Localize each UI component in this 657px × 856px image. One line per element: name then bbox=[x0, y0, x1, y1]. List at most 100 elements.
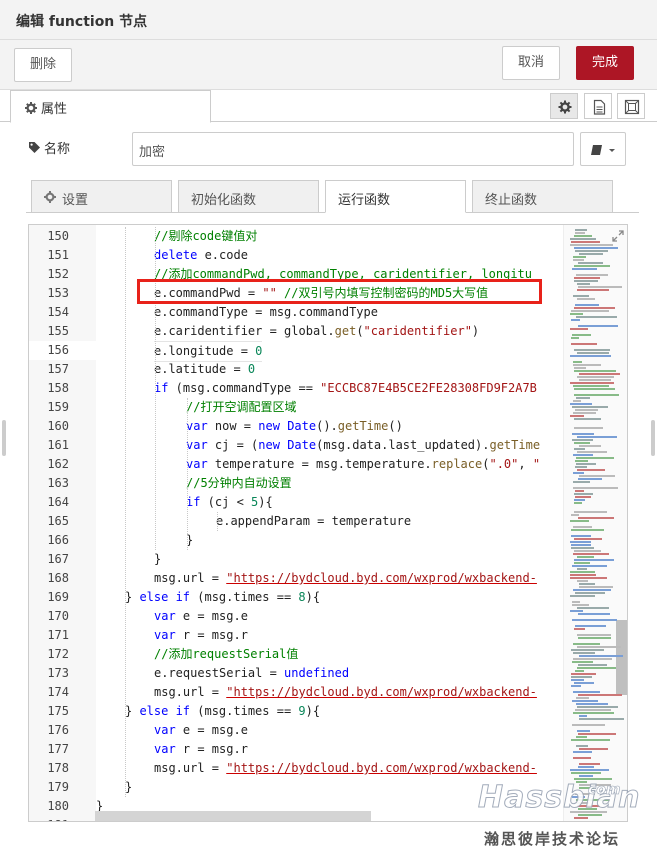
line-number: 173 bbox=[47, 666, 69, 680]
code-line[interactable]: 150 //剔除code键值对 bbox=[29, 227, 563, 246]
watermark-caption: 瀚思彼岸技术论坛 bbox=[484, 830, 621, 848]
code-line[interactable]: 176 var e = msg.e bbox=[29, 721, 563, 740]
minimap-line bbox=[570, 571, 595, 573]
indent-guide bbox=[187, 398, 188, 550]
frame-icon bbox=[624, 99, 640, 115]
minimap-line bbox=[575, 232, 585, 234]
code-line[interactable]: 155 e.caridentifier = global.get("cariden… bbox=[29, 322, 563, 341]
code-line[interactable]: 178 msg.url = "https://bydcloud.byd.com/w… bbox=[29, 759, 563, 778]
tab-on-start[interactable]: 初始化函数 bbox=[178, 180, 319, 213]
tab-on-message[interactable]: 运行函数 bbox=[325, 180, 466, 213]
code-line[interactable]: 177 var r = msg.r bbox=[29, 740, 563, 759]
delete-button[interactable]: 删除 bbox=[14, 48, 72, 82]
minimap-line bbox=[577, 667, 616, 669]
minimap[interactable] bbox=[563, 225, 627, 821]
code-text: delete e.code bbox=[154, 246, 248, 265]
code-line[interactable]: 170 var e = msg.e bbox=[29, 607, 563, 626]
code-token: ".0" bbox=[489, 457, 519, 471]
code-area[interactable]: 150//剔除code键值对 151 delete e.code 152//添加com… bbox=[29, 227, 563, 821]
code-token: var bbox=[186, 457, 208, 471]
minimap-line bbox=[571, 343, 597, 345]
minimap-line bbox=[578, 262, 603, 264]
minimap-line bbox=[574, 538, 602, 540]
minimap-line bbox=[572, 565, 607, 567]
minimap-line bbox=[571, 772, 601, 774]
code-line[interactable]: 167} bbox=[29, 550, 563, 569]
code-token: delete bbox=[154, 248, 198, 262]
minimap-line bbox=[577, 283, 590, 285]
code-editor[interactable]: 150//剔除code键值对 151 delete e.code 152//添加com… bbox=[28, 224, 628, 822]
minimap-scroll-thumb[interactable] bbox=[616, 620, 627, 695]
tab-properties[interactable]: 属性 bbox=[10, 90, 211, 123]
code-token: if bbox=[154, 381, 169, 395]
code-line[interactable]: 164 if (cj < 5){ bbox=[29, 493, 563, 512]
line-number: 153 bbox=[47, 286, 69, 300]
minimap-line bbox=[571, 310, 609, 312]
minimap-line bbox=[575, 709, 611, 711]
code-line[interactable]: 161 var cj = (new Date(msg.data.last_upda… bbox=[29, 436, 563, 455]
minimap-line bbox=[574, 265, 610, 267]
description-icon-button[interactable] bbox=[584, 93, 612, 119]
code-line[interactable]: 163 //5分钟内自动设置 bbox=[29, 474, 563, 493]
code-token: var bbox=[154, 628, 176, 642]
tab-setup[interactable]: 设置 bbox=[31, 180, 172, 213]
minimap-line bbox=[578, 286, 622, 288]
code-token: } bbox=[125, 704, 140, 718]
tab-on-stop[interactable]: 终止函数 bbox=[472, 180, 613, 213]
code-token: () bbox=[388, 419, 403, 433]
minimap-line bbox=[573, 589, 611, 591]
minimap-line bbox=[570, 541, 591, 543]
horizontal-scrollbar[interactable] bbox=[95, 811, 371, 821]
code-line[interactable]: 159 //打开空调配置区域 bbox=[29, 398, 563, 417]
code-line[interactable]: 154 e.commandType = msg.commandType bbox=[29, 303, 563, 322]
code-line[interactable]: 171 var r = msg.r bbox=[29, 626, 563, 645]
name-input[interactable]: 加密 bbox=[132, 132, 574, 166]
code-line[interactable]: 157 e.latitude = 0 bbox=[29, 360, 563, 379]
right-resize-handle[interactable] bbox=[651, 420, 655, 456]
appearance-icon-button[interactable] bbox=[617, 93, 645, 119]
document-icon bbox=[593, 99, 606, 115]
code-line[interactable]: 174 msg.url = "https://bydcloud.byd.com/w… bbox=[29, 683, 563, 702]
minimap-line bbox=[577, 646, 621, 648]
code-line[interactable]: 160 var now = new Date().getTime() bbox=[29, 417, 563, 436]
code-line[interactable]: 173 e.requestSerial = undefined bbox=[29, 664, 563, 683]
cancel-button[interactable]: 取消 bbox=[502, 46, 560, 80]
minimap-line bbox=[573, 691, 600, 693]
code-line[interactable]: 156 e.longitude = 0 bbox=[29, 341, 563, 362]
minimap-line bbox=[575, 496, 591, 498]
minimap-line bbox=[573, 400, 581, 402]
line-number: 162 bbox=[47, 457, 69, 471]
code-text: //剔除code键值对 bbox=[154, 227, 257, 246]
settings-icon-button[interactable] bbox=[550, 93, 578, 119]
code-line[interactable]: 151 delete e.code bbox=[29, 246, 563, 265]
code-line[interactable]: 162 var temperature = msg.temperature.rep… bbox=[29, 455, 563, 474]
icon-picker-button[interactable] bbox=[580, 132, 626, 166]
line-number: 169 bbox=[47, 590, 69, 604]
code-token: var bbox=[154, 609, 176, 623]
code-text: } bbox=[154, 550, 161, 569]
minimap-line bbox=[572, 601, 580, 603]
code-text: var temperature = msg.temperature.replac… bbox=[186, 455, 540, 474]
code-token: r = msg.r bbox=[175, 742, 248, 756]
minimap-line bbox=[579, 748, 608, 750]
minimap-line bbox=[574, 817, 588, 819]
code-line[interactable]: 169} else if (msg.times == 8){ bbox=[29, 588, 563, 607]
done-button[interactable]: 完成 bbox=[576, 46, 634, 80]
code-line[interactable]: 158 if (msg.commandType == "ECCBC87E4B5CE… bbox=[29, 379, 563, 398]
minimap-line bbox=[577, 289, 609, 291]
minimap-line bbox=[577, 376, 614, 378]
left-resize-handle[interactable] bbox=[2, 420, 6, 456]
code-text: msg.url = "https://bydcloud.byd.com/wxpr… bbox=[154, 759, 537, 778]
expand-icon[interactable] bbox=[611, 229, 625, 243]
code-line[interactable]: 165 e.appendParam = temperature bbox=[29, 512, 563, 531]
code-token: //5分钟内自动设置 bbox=[186, 476, 292, 490]
code-line[interactable]: 172 //添加requestSerial值 bbox=[29, 645, 563, 664]
minimap-line bbox=[570, 244, 613, 246]
code-line[interactable]: 168 msg.url = "https://bydcloud.byd.com/w… bbox=[29, 569, 563, 588]
code-token: var bbox=[154, 723, 176, 737]
code-line[interactable]: 175} else if (msg.times == 9){ bbox=[29, 702, 563, 721]
minimap-line bbox=[575, 460, 588, 462]
minimap-line bbox=[571, 319, 580, 321]
code-line[interactable]: 166} bbox=[29, 531, 563, 550]
minimap-line bbox=[575, 229, 587, 231]
